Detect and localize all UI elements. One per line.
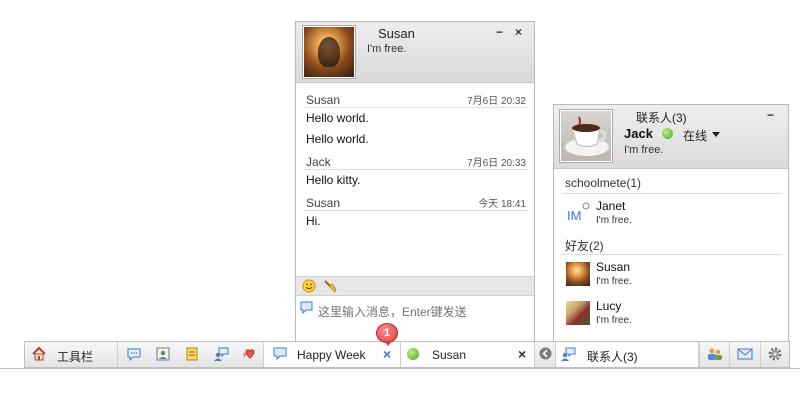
message-sender: Susan (306, 93, 341, 107)
tab-close-button[interactable]: × (383, 346, 391, 362)
message-input[interactable] (316, 301, 530, 337)
close-button[interactable]: × (515, 25, 522, 39)
chat-window: Susan I'm free. − × Susan 7月6日 20:32 Hel… (295, 21, 535, 342)
tab-label: Happy Week (297, 348, 366, 362)
message-header: Susan 今天 18:41 (304, 191, 528, 211)
online-status-icon (662, 128, 673, 139)
message-time: 7月6日 20:33 (467, 158, 526, 169)
speech-bubble-icon (273, 347, 287, 361)
presence-dropdown[interactable]: 在线 (683, 127, 707, 144)
im-logo-icon: IM (567, 202, 590, 223)
users-icon (708, 348, 722, 360)
message-input-area (296, 297, 534, 341)
contacts-taskbar-button[interactable]: 联系人(3) (555, 342, 699, 367)
divider (0, 368, 800, 369)
message-text: Hello world. (306, 132, 369, 146)
mail-icon (737, 348, 753, 360)
minimize-button[interactable]: − (496, 25, 503, 39)
contacts-icon (561, 347, 576, 361)
message-time: 今天 18:41 (478, 199, 526, 210)
contact-name: Janet (596, 199, 626, 213)
chat-status: I'm free. (367, 43, 407, 55)
message-list: Susan 7月6日 20:32 Hello world. Hello worl… (304, 88, 528, 232)
my-avatar[interactable] (560, 110, 612, 162)
contact-name: Susan (596, 260, 631, 274)
contact-name: Lucy (596, 299, 622, 313)
toolbar-label: 工具栏 (57, 350, 94, 364)
chat-title: Susan (378, 26, 415, 41)
message-text: Hello world. (306, 111, 369, 125)
tab-happy-week[interactable]: Happy Week × (263, 342, 401, 367)
contact-item-lucy[interactable]: Lucy I'm free. (562, 298, 782, 336)
hearts-icon[interactable] (242, 346, 258, 362)
contact-status: I'm free. (596, 276, 632, 287)
tab-close-button[interactable]: × (518, 346, 526, 362)
chat-bubble-icon[interactable] (126, 346, 142, 362)
message-sender: Jack (306, 155, 331, 169)
svg-text:IM: IM (567, 208, 581, 223)
contacts-header: 联系人(3) − Jack 在线 I'm free. (554, 105, 788, 169)
broom-icon[interactable] (323, 279, 337, 293)
taskbar: 工具栏 Happy Week × Susan × 联系人(3) (24, 341, 790, 368)
coffee-cup-icon (565, 116, 609, 156)
tab-susan[interactable]: Susan × (401, 342, 535, 367)
gear-icon (768, 347, 782, 361)
notepad-icon[interactable] (184, 346, 200, 362)
settings-button[interactable] (761, 342, 789, 367)
online-status-icon (407, 348, 419, 360)
unread-badge: 1 (376, 323, 398, 346)
group-title[interactable]: 好友(2) (562, 237, 782, 255)
contact-item-janet[interactable]: IM Janet I'm free. (562, 198, 782, 236)
chat-header: Susan I'm free. − × (296, 22, 534, 83)
my-name: Jack (624, 126, 653, 141)
contacts-title: 联系人(3) (636, 111, 687, 125)
my-status: I'm free. (624, 144, 664, 156)
toolbar-button[interactable]: 工具栏 (25, 342, 118, 367)
home-icon (32, 346, 46, 361)
susan-avatar (566, 262, 590, 286)
smiley-icon[interactable] (302, 279, 316, 293)
chevron-down-icon[interactable] (712, 132, 720, 137)
susan-avatar[interactable] (303, 26, 355, 78)
chevron-left-icon[interactable] (539, 347, 552, 360)
contact-status: I'm free. (596, 215, 632, 226)
lucy-avatar (566, 301, 590, 325)
contacts-minimize-button[interactable]: − (767, 108, 774, 122)
group-title[interactable]: schoolmete(1) (562, 176, 782, 194)
message-sender: Susan (306, 196, 341, 210)
speech-bubble-icon (300, 301, 313, 315)
message-header: Susan 7月6日 20:32 (304, 88, 528, 108)
message-header: Jack 7月6日 20:33 (304, 150, 528, 170)
message-time: 7月6日 20:32 (467, 96, 526, 107)
contacts-taskbar-label: 联系人(3) (587, 350, 638, 364)
mail-button[interactable] (730, 342, 761, 367)
group-chat-icon[interactable] (213, 346, 229, 362)
contact-status: I'm free. (596, 315, 632, 326)
contact-item-susan[interactable]: Susan I'm free. (562, 259, 782, 297)
message-text: Hello kitty. (306, 173, 361, 187)
friends-button[interactable] (699, 342, 730, 367)
contact-card-icon[interactable] (155, 346, 171, 362)
chat-toolbar (296, 276, 534, 296)
tab-label: Susan (432, 348, 467, 362)
message-text: Hi. (306, 214, 321, 228)
contacts-window: 联系人(3) − Jack 在线 I'm free. schoolmete(1)… (553, 104, 789, 342)
